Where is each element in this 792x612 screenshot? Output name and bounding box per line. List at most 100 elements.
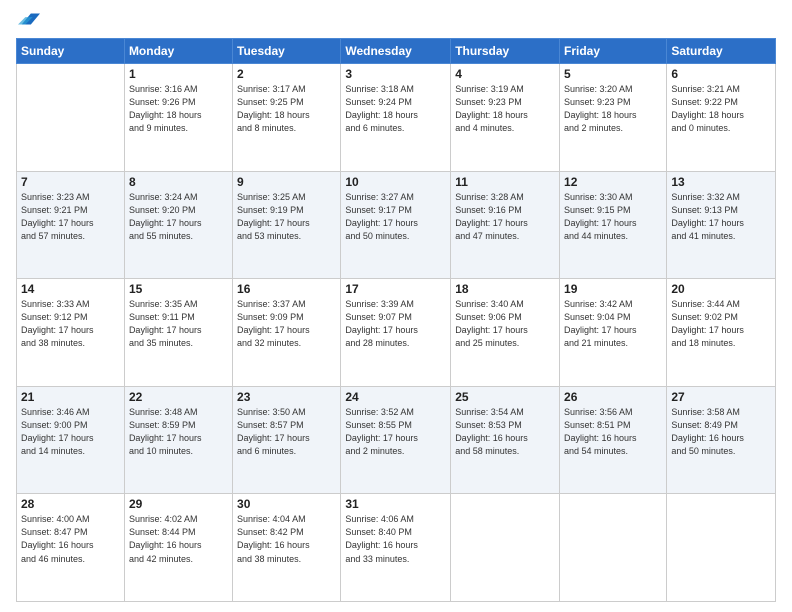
calendar-cell: 18Sunrise: 3:40 AM Sunset: 9:06 PM Dayli…	[451, 279, 560, 387]
day-info: Sunrise: 3:19 AM Sunset: 9:23 PM Dayligh…	[455, 83, 555, 135]
header	[16, 10, 776, 30]
day-info: Sunrise: 3:30 AM Sunset: 9:15 PM Dayligh…	[564, 191, 662, 243]
calendar-cell: 30 Sunrise: 4:04 AM Sunset: 8:42 PM Dayli…	[233, 494, 341, 602]
day-info: Sunrise: 4:00 AM Sunset: 8:47 PM Dayligh…	[21, 513, 120, 565]
week-row-1: 1Sunrise: 3:16 AM Sunset: 9:26 PM Daylig…	[17, 64, 776, 172]
day-info: Sunrise: 3:52 AM Sunset: 8:55 PM Dayligh…	[345, 406, 446, 458]
day-info: Sunrise: 3:24 AM Sunset: 9:20 PM Dayligh…	[129, 191, 228, 243]
weekday-friday: Friday	[560, 39, 667, 64]
day-number: 6	[671, 67, 771, 81]
day-info: Sunrise: 4:04 AM Sunset: 8:42 PM Dayligh…	[237, 513, 336, 565]
day-number: 23	[237, 390, 336, 404]
calendar-cell: 21 Sunrise: 3:46 AM Sunset: 9:00 PM Dayli…	[17, 386, 125, 494]
calendar-cell: 26 Sunrise: 3:56 AM Sunset: 8:51 PM Dayli…	[560, 386, 667, 494]
calendar-cell: 4 Sunrise: 3:19 AM Sunset: 9:23 PM Daylig…	[451, 64, 560, 172]
calendar-cell: 12 Sunrise: 3:30 AM Sunset: 9:15 PM Dayli…	[560, 171, 667, 279]
calendar-cell: 22 Sunrise: 3:48 AM Sunset: 8:59 PM Dayli…	[124, 386, 232, 494]
calendar-cell: 10 Sunrise: 3:27 AM Sunset: 9:17 PM Dayli…	[341, 171, 451, 279]
week-row-3: 14Sunrise: 3:33 AM Sunset: 9:12 PM Dayli…	[17, 279, 776, 387]
calendar-cell: 8 Sunrise: 3:24 AM Sunset: 9:20 PM Daylig…	[124, 171, 232, 279]
day-info: Sunrise: 3:17 AM Sunset: 9:25 PM Dayligh…	[237, 83, 336, 135]
calendar-cell: 29 Sunrise: 4:02 AM Sunset: 8:44 PM Dayli…	[124, 494, 232, 602]
day-info: Sunrise: 3:44 AM Sunset: 9:02 PM Dayligh…	[671, 298, 771, 350]
day-info: Sunrise: 3:54 AM Sunset: 8:53 PM Dayligh…	[455, 406, 555, 458]
day-number: 13	[671, 175, 771, 189]
day-info: Sunrise: 3:21 AM Sunset: 9:22 PM Dayligh…	[671, 83, 771, 135]
day-info: Sunrise: 3:32 AM Sunset: 9:13 PM Dayligh…	[671, 191, 771, 243]
day-info: Sunrise: 3:46 AM Sunset: 9:00 PM Dayligh…	[21, 406, 120, 458]
calendar-table: SundayMondayTuesdayWednesdayThursdayFrid…	[16, 38, 776, 602]
day-number: 4	[455, 67, 555, 81]
day-number: 21	[21, 390, 120, 404]
day-number: 9	[237, 175, 336, 189]
day-number: 24	[345, 390, 446, 404]
day-number: 26	[564, 390, 662, 404]
calendar-cell	[667, 494, 776, 602]
weekday-wednesday: Wednesday	[341, 39, 451, 64]
day-info: Sunrise: 4:02 AM Sunset: 8:44 PM Dayligh…	[129, 513, 228, 565]
day-number: 25	[455, 390, 555, 404]
calendar-cell: 31 Sunrise: 4:06 AM Sunset: 8:40 PM Dayli…	[341, 494, 451, 602]
day-number: 22	[129, 390, 228, 404]
calendar-cell: 2 Sunrise: 3:17 AM Sunset: 9:25 PM Daylig…	[233, 64, 341, 172]
day-number: 14	[21, 282, 120, 296]
calendar-cell: 20Sunrise: 3:44 AM Sunset: 9:02 PM Dayli…	[667, 279, 776, 387]
calendar-cell: 15 Sunrise: 3:35 AM Sunset: 9:11 PM Dayli…	[124, 279, 232, 387]
calendar-cell: 19Sunrise: 3:42 AM Sunset: 9:04 PM Dayli…	[560, 279, 667, 387]
day-info: Sunrise: 3:56 AM Sunset: 8:51 PM Dayligh…	[564, 406, 662, 458]
day-number: 27	[671, 390, 771, 404]
calendar-cell: 13 Sunrise: 3:32 AM Sunset: 9:13 PM Dayli…	[667, 171, 776, 279]
day-number: 8	[129, 175, 228, 189]
weekday-thursday: Thursday	[451, 39, 560, 64]
calendar-cell: 11 Sunrise: 3:28 AM Sunset: 9:16 PM Dayli…	[451, 171, 560, 279]
weekday-header-row: SundayMondayTuesdayWednesdayThursdayFrid…	[17, 39, 776, 64]
day-number: 15	[129, 282, 228, 296]
day-number: 31	[345, 497, 446, 511]
calendar-cell: 17Sunrise: 3:39 AM Sunset: 9:07 PM Dayli…	[341, 279, 451, 387]
calendar-cell: 7Sunrise: 3:23 AM Sunset: 9:21 PM Daylig…	[17, 171, 125, 279]
day-info: Sunrise: 4:06 AM Sunset: 8:40 PM Dayligh…	[345, 513, 446, 565]
day-info: Sunrise: 3:58 AM Sunset: 8:49 PM Dayligh…	[671, 406, 771, 458]
day-number: 18	[455, 282, 555, 296]
calendar-cell	[451, 494, 560, 602]
day-info: Sunrise: 3:50 AM Sunset: 8:57 PM Dayligh…	[237, 406, 336, 458]
weekday-monday: Monday	[124, 39, 232, 64]
day-info: Sunrise: 3:18 AM Sunset: 9:24 PM Dayligh…	[345, 83, 446, 135]
week-row-5: 28 Sunrise: 4:00 AM Sunset: 8:47 PM Dayli…	[17, 494, 776, 602]
day-info: Sunrise: 3:25 AM Sunset: 9:19 PM Dayligh…	[237, 191, 336, 243]
calendar-cell	[560, 494, 667, 602]
day-number: 5	[564, 67, 662, 81]
day-number: 28	[21, 497, 120, 511]
day-number: 12	[564, 175, 662, 189]
calendar-cell: 14Sunrise: 3:33 AM Sunset: 9:12 PM Dayli…	[17, 279, 125, 387]
day-info: Sunrise: 3:48 AM Sunset: 8:59 PM Dayligh…	[129, 406, 228, 458]
day-number: 10	[345, 175, 446, 189]
day-info: Sunrise: 3:27 AM Sunset: 9:17 PM Dayligh…	[345, 191, 446, 243]
day-number: 30	[237, 497, 336, 511]
weekday-sunday: Sunday	[17, 39, 125, 64]
day-number: 29	[129, 497, 228, 511]
day-info: Sunrise: 3:28 AM Sunset: 9:16 PM Dayligh…	[455, 191, 555, 243]
calendar-cell: 9 Sunrise: 3:25 AM Sunset: 9:19 PM Daylig…	[233, 171, 341, 279]
day-info: Sunrise: 3:20 AM Sunset: 9:23 PM Dayligh…	[564, 83, 662, 135]
day-number: 16	[237, 282, 336, 296]
day-number: 11	[455, 175, 555, 189]
calendar-cell: 16Sunrise: 3:37 AM Sunset: 9:09 PM Dayli…	[233, 279, 341, 387]
week-row-4: 21 Sunrise: 3:46 AM Sunset: 9:00 PM Dayli…	[17, 386, 776, 494]
page: SundayMondayTuesdayWednesdayThursdayFrid…	[0, 0, 792, 612]
calendar-cell: 28 Sunrise: 4:00 AM Sunset: 8:47 PM Dayli…	[17, 494, 125, 602]
day-number: 1	[129, 67, 228, 81]
day-info: Sunrise: 3:35 AM Sunset: 9:11 PM Dayligh…	[129, 298, 228, 350]
calendar-cell: 24 Sunrise: 3:52 AM Sunset: 8:55 PM Dayli…	[341, 386, 451, 494]
calendar-cell: 3Sunrise: 3:18 AM Sunset: 9:24 PM Daylig…	[341, 64, 451, 172]
day-number: 19	[564, 282, 662, 296]
logo	[16, 14, 40, 30]
logo-icon	[18, 8, 40, 30]
day-info: Sunrise: 3:39 AM Sunset: 9:07 PM Dayligh…	[345, 298, 446, 350]
calendar-cell: 25 Sunrise: 3:54 AM Sunset: 8:53 PM Dayli…	[451, 386, 560, 494]
day-number: 7	[21, 175, 120, 189]
day-number: 2	[237, 67, 336, 81]
calendar-cell: 27 Sunrise: 3:58 AM Sunset: 8:49 PM Dayli…	[667, 386, 776, 494]
calendar-cell: 6 Sunrise: 3:21 AM Sunset: 9:22 PM Daylig…	[667, 64, 776, 172]
calendar-cell: 5 Sunrise: 3:20 AM Sunset: 9:23 PM Daylig…	[560, 64, 667, 172]
